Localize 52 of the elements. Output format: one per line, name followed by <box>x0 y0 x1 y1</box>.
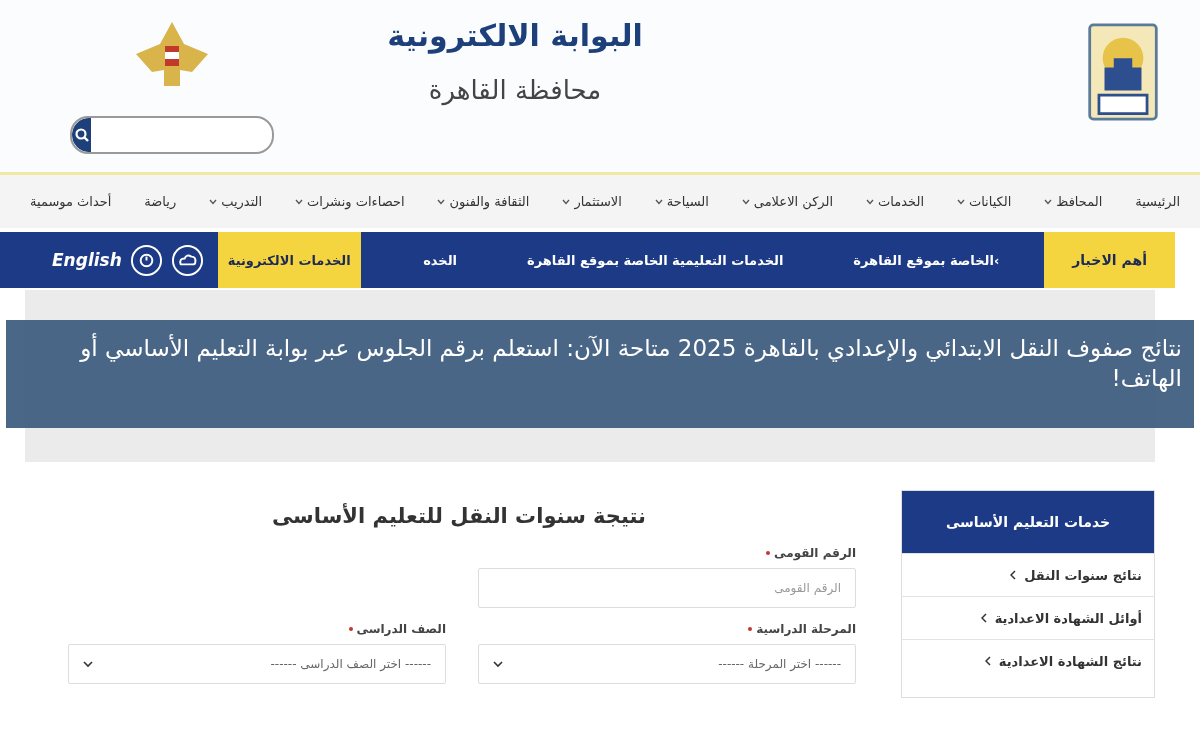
nav-link[interactable]: الركن الاعلامى <box>741 194 834 209</box>
headline-banner: نتائج صفوف النقل الابتدائي والإعدادي بالقاهرة 2025 متاحة الآن: استعلم برقم الجلوس عبر بوابة التعليم الأساسي أو الهاتف! <box>6 320 1194 428</box>
caret-icon <box>209 198 218 205</box>
clock-icon[interactable] <box>129 243 163 277</box>
nav-link[interactable]: السياحة <box>654 194 709 209</box>
search-field[interactable] <box>70 116 274 154</box>
nav-link[interactable]: رياضة <box>144 194 177 209</box>
search-button[interactable] <box>72 118 91 152</box>
nav-link[interactable]: الثقافة والفنون <box>437 194 530 209</box>
portal-title: البوابة الالكترونية <box>387 18 643 53</box>
caret-icon <box>295 198 304 205</box>
nav-link[interactable]: التدريب <box>209 194 263 209</box>
governorate-title: محافظة القاهرة <box>428 75 602 105</box>
e-services-tab[interactable]: الخدمات الالكترونية <box>217 232 361 288</box>
nav-link[interactable]: أحداث موسمية <box>30 194 112 209</box>
cloud-icon[interactable] <box>170 243 204 277</box>
news-label: أهم الاخبار <box>1044 232 1175 288</box>
nav-link[interactable]: الرئيسية <box>1135 194 1180 209</box>
national-id-field[interactable]: الرقم القومى <box>478 568 856 608</box>
news-ticker-item[interactable]: الخده <box>423 252 457 268</box>
language-link[interactable]: English <box>52 250 122 270</box>
caret-icon <box>1044 198 1053 205</box>
stage-select[interactable]: ------ اختر المرحلة ------ <box>478 644 856 684</box>
news-ticker-item[interactable]: ›الخاصة بموقع القاهرة <box>853 252 1000 268</box>
chevron-icon <box>980 613 987 623</box>
sidebar-link[interactable]: نتائج سنوات النقل <box>902 553 1154 596</box>
caret-icon <box>741 198 750 205</box>
dropdown-caret-icon <box>83 660 93 668</box>
chevron-icon <box>1010 570 1017 580</box>
caret-icon <box>562 198 571 205</box>
nav-link[interactable]: المحافظ <box>1044 194 1103 209</box>
nav-link[interactable]: الاستثمار <box>562 194 622 209</box>
field-label: المرحلة الدراسية <box>756 622 856 636</box>
nav-link[interactable]: الخدمات <box>866 194 924 209</box>
form-title: نتيجة سنوات النقل للتعليم الأساسى <box>270 504 646 528</box>
caret-icon <box>654 198 663 205</box>
sidebar-link[interactable]: نتائج الشهادة الاعدادية <box>902 639 1154 682</box>
caret-icon <box>437 198 446 205</box>
caret-icon <box>866 198 875 205</box>
caret-icon <box>956 198 965 205</box>
nav-link[interactable]: احصاءات ونشرات <box>295 194 405 209</box>
emblem-icon <box>1086 20 1160 124</box>
search-icon <box>73 127 90 143</box>
dropdown-caret-icon <box>493 660 503 668</box>
chevron-icon <box>984 656 991 666</box>
sidebar-title: خدمات التعليم الأساسى <box>902 491 1154 553</box>
field-label: الرقم القومى <box>774 546 856 560</box>
grade-select[interactable]: ------ اختر الصف الدراسى ------ <box>68 644 446 684</box>
sidebar-link[interactable]: أوائل الشهادة الاعدادية <box>902 596 1154 639</box>
field-label: الصف الدراسى <box>356 622 446 636</box>
nav-link[interactable]: الكيانات <box>956 194 1012 209</box>
news-ticker-item[interactable]: الخدمات التعليمية الخاصة بموقع القاهرة <box>527 252 784 268</box>
